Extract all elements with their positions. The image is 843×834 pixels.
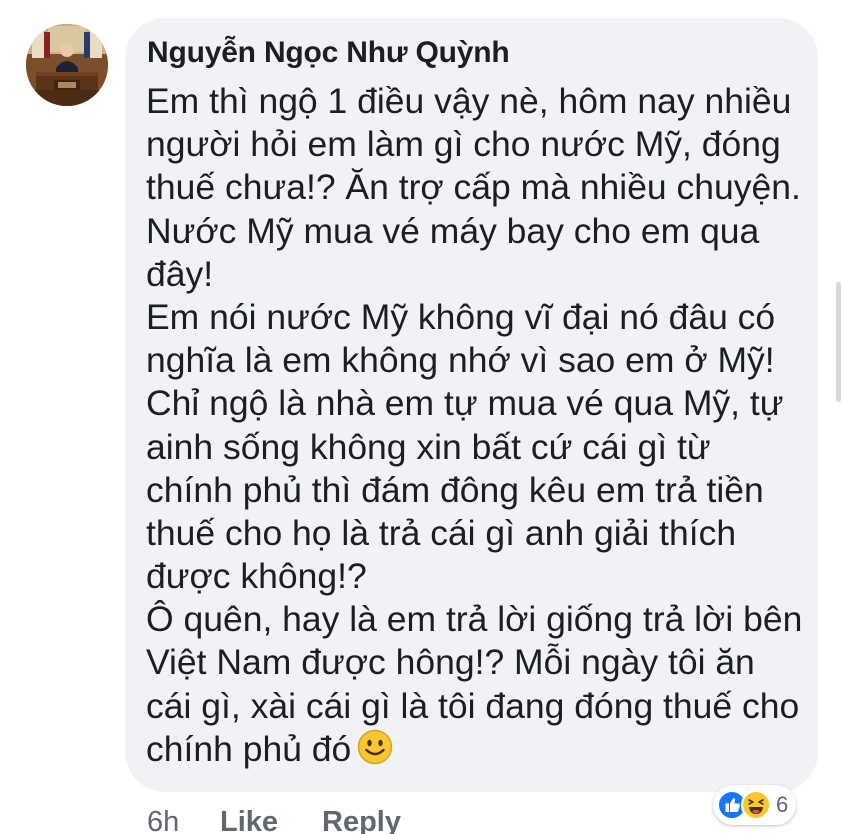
avatar-photo bbox=[26, 24, 108, 106]
comment-line: Nước Mỹ mua vé máy bay cho em qua bbox=[146, 210, 760, 251]
comment-author-name[interactable]: Nguyễn Ngọc Như Quỳnh bbox=[147, 36, 510, 70]
comment-body: Em thì ngộ 1 điều vậy nè, hôm nay nhiều … bbox=[146, 80, 806, 771]
comment-line: thuế cho họ là trả cái gì anh giải thích bbox=[146, 512, 737, 553]
comment-line: chính phủ thì đám đông kêu em trả tiền bbox=[146, 469, 764, 510]
scrollbar[interactable] bbox=[836, 282, 841, 402]
comment-last-line: chính phủ đó bbox=[146, 728, 806, 771]
comment-line-text: chính phủ đó bbox=[146, 728, 352, 769]
comment-line: thuế chưa!? Ăn trợ cấp mà nhiều chuyện. bbox=[146, 167, 801, 208]
comment-line: Việt Nam được hông!? Mỗi ngày tôi ăn bbox=[146, 642, 755, 683]
comment-line: Ô quên, hay là em trả lời giống trả lời … bbox=[146, 599, 803, 640]
comment-line: Em thì ngộ 1 điều vậy nè, hôm nay nhiều bbox=[146, 81, 792, 121]
author-avatar[interactable] bbox=[26, 24, 108, 106]
comment-line: Em nói nước Mỹ không vĩ đại nó đâu có bbox=[146, 296, 776, 337]
smiley-emoji-icon bbox=[357, 729, 393, 765]
reactions-summary[interactable]: 6 bbox=[713, 785, 797, 825]
comment-line: cái gì, xài cái gì là tôi đang đóng thuế… bbox=[146, 685, 800, 726]
comment-line: đây! bbox=[146, 253, 214, 294]
comment-line: nghĩa là em không nhớ vì sao em ở Mỹ! bbox=[146, 340, 775, 381]
comment-line: ainh sống không xin bất cứ cái gì từ bbox=[146, 426, 711, 467]
reaction-count: 6 bbox=[776, 792, 789, 817]
comment-line: được không!? bbox=[146, 556, 367, 597]
reply-button[interactable]: Reply bbox=[322, 806, 401, 834]
comment-line: người hỏi em làm gì cho nước Mỹ, đóng bbox=[146, 124, 781, 165]
comment-timestamp[interactable]: 6h bbox=[147, 806, 179, 834]
comment-line: Chỉ ngộ là nhà em tự mua vé qua Mỹ, tự bbox=[146, 383, 784, 424]
haha-icon bbox=[741, 790, 771, 820]
like-button[interactable]: Like bbox=[220, 806, 278, 834]
